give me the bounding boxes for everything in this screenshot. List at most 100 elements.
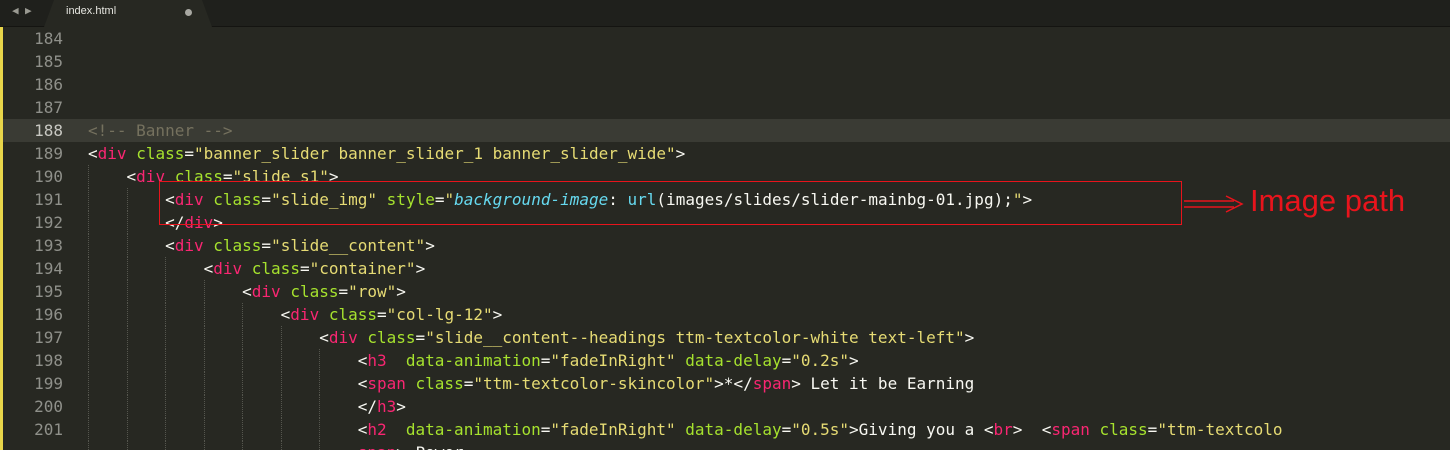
code-token: > bbox=[964, 328, 975, 347]
line-number: 185 bbox=[34, 52, 63, 71]
code-token: class bbox=[1099, 420, 1148, 439]
code-token: < bbox=[88, 420, 368, 439]
unsaved-dot-icon[interactable] bbox=[185, 9, 192, 16]
code-token: = bbox=[415, 328, 426, 347]
tab-index-html[interactable]: index.html bbox=[44, 0, 212, 27]
code-token: "slide__content--headings ttm-textcolor-… bbox=[425, 328, 965, 347]
code-line[interactable]: 196 <div class="col-lg-12"> bbox=[3, 303, 1450, 326]
code-token: > bbox=[415, 259, 426, 278]
code-line[interactable]: 185 bbox=[3, 50, 1450, 73]
code-text: <h3 data-animation="fadeInRight" data-de… bbox=[88, 349, 859, 372]
tab-scroll-right-icon[interactable]: ▶ bbox=[25, 4, 32, 18]
code-token: "fadeInRight" bbox=[550, 351, 676, 370]
code-text: <div class="col-lg-12"> bbox=[88, 303, 503, 326]
code-token: "row" bbox=[348, 282, 397, 301]
code-editor[interactable]: 184 185 186 187 188 <!-- Banner --> 189 <div cl… bbox=[3, 27, 1450, 450]
code-token: "fadeInRight" bbox=[550, 420, 676, 439]
code-line[interactable]: 200 </h3> bbox=[3, 395, 1450, 418]
code-token: > bbox=[849, 351, 859, 370]
code-line[interactable]: span> Power bbox=[3, 441, 1450, 450]
code-token: >*</ bbox=[714, 374, 753, 393]
annotation-highlight-box bbox=[159, 181, 1182, 225]
code-token: class bbox=[328, 305, 378, 324]
code-token: class bbox=[415, 374, 464, 393]
code-token: div bbox=[328, 328, 358, 347]
line-number: 195 bbox=[34, 282, 63, 301]
code-text: <div class="slide__content--headings ttm… bbox=[88, 326, 974, 349]
code-token: "0.5s" bbox=[791, 420, 850, 439]
code-token: h3 bbox=[376, 397, 397, 416]
code-text: span> Power bbox=[88, 441, 464, 450]
code-token: = bbox=[377, 305, 387, 324]
code-line[interactable]: 195 <div class="row"> bbox=[3, 280, 1450, 303]
code-token: >Giving you a < bbox=[849, 420, 994, 439]
line-number: 197 bbox=[34, 328, 63, 347]
code-text: <div class="slide__content"> bbox=[88, 234, 435, 257]
code-token: class bbox=[251, 259, 300, 278]
code-line[interactable]: 188 <!-- Banner --> bbox=[3, 119, 1450, 142]
code-line[interactable]: 194 <div class="container"> bbox=[3, 257, 1450, 280]
code-line[interactable]: 187 bbox=[3, 96, 1450, 119]
code-token: = bbox=[781, 420, 792, 439]
code-token: span bbox=[752, 374, 792, 393]
code-token: < bbox=[88, 305, 291, 324]
code-token: > < bbox=[1012, 420, 1052, 439]
code-token: h3 bbox=[367, 351, 387, 370]
code-line[interactable]: 199 <span class="ttm-textcolor-skincolor… bbox=[3, 372, 1450, 395]
code-token: > bbox=[425, 236, 435, 255]
code-token: > bbox=[492, 305, 503, 324]
line-number: 196 bbox=[34, 305, 63, 324]
code-token: < bbox=[88, 374, 368, 393]
code-token: < bbox=[88, 167, 137, 186]
code-token: div bbox=[290, 305, 320, 324]
code-token: "ttm-textcolor-skincolor" bbox=[473, 374, 715, 393]
code-line[interactable]: 189 <div class="banner_slider banner_slid… bbox=[3, 142, 1450, 165]
code-token: "banner_slider banner_slider_1 banner_sl… bbox=[194, 144, 676, 163]
tab-scroll-left-icon[interactable]: ◀ bbox=[12, 4, 19, 18]
code-text: <h2 data-animation = "fadeInRight" data-de… bbox=[88, 418, 1283, 441]
line-number: 192 bbox=[34, 213, 63, 232]
code-line[interactable]: 186 bbox=[3, 73, 1450, 96]
code-token: > Let it be Earning bbox=[791, 374, 975, 393]
line-number: 199 bbox=[34, 374, 63, 393]
code-line[interactable]: 201 <h2 data-animation = "fadeInRight" dat… bbox=[3, 418, 1450, 441]
code-token: div bbox=[97, 144, 127, 163]
code-token: data-delay bbox=[685, 420, 782, 439]
code-token: "container" bbox=[309, 259, 416, 278]
code-token: = bbox=[540, 351, 551, 370]
code-text: </h3> bbox=[88, 395, 406, 418]
code-line[interactable]: 197 <div class="slide__content--headings… bbox=[3, 326, 1450, 349]
code-token: < bbox=[88, 351, 368, 370]
code-token: "slide__content" bbox=[271, 236, 426, 255]
code-text: <div class="row"> bbox=[88, 280, 406, 303]
line-number: 187 bbox=[34, 98, 63, 117]
code-line[interactable]: 193 <div class="slide__content"> bbox=[3, 234, 1450, 257]
code-token: class bbox=[136, 144, 185, 163]
tab-label: index.html bbox=[66, 5, 117, 17]
line-number: 186 bbox=[34, 75, 63, 94]
code-token: > Power bbox=[396, 443, 463, 450]
code-token: data-animation bbox=[405, 420, 541, 439]
code-token: div bbox=[213, 259, 243, 278]
code-line[interactable]: 184 bbox=[3, 27, 1450, 50]
code-line[interactable]: 198 <h3 data-animation="fadeInRight" dat… bbox=[3, 349, 1450, 372]
line-number: 193 bbox=[34, 236, 63, 255]
code-token: < bbox=[88, 282, 252, 301]
code-token: class bbox=[213, 236, 262, 255]
line-number: 201 bbox=[34, 420, 63, 439]
code-token: </ bbox=[88, 397, 377, 416]
code-token: span bbox=[367, 374, 406, 393]
code-token: < bbox=[88, 236, 175, 255]
code-token: h2 bbox=[367, 420, 387, 439]
code-token: > bbox=[396, 397, 406, 416]
